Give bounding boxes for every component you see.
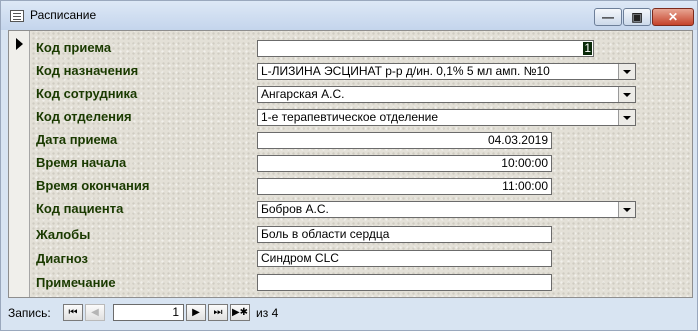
employee-code-value: Ангарская А.С. bbox=[261, 87, 345, 101]
first-record-icon: ⏮ bbox=[68, 307, 78, 318]
new-record-icon: ▶✱ bbox=[231, 307, 249, 318]
field-label-employee-code: Код сотрудника bbox=[36, 86, 138, 101]
field-label-reception-date: Дата приема bbox=[36, 132, 118, 147]
department-code-value: 1-е терапевтическое отделение bbox=[261, 110, 438, 124]
dropdown-arrow-icon[interactable] bbox=[618, 202, 635, 217]
start-time-input[interactable]: 10:00:00 bbox=[257, 155, 552, 172]
first-record-button[interactable]: ⏮ bbox=[63, 304, 83, 321]
reception-date-value: 04.03.2019 bbox=[487, 133, 548, 147]
reception-code-input[interactable]: 1 bbox=[257, 40, 594, 57]
next-record-icon: ▶ bbox=[192, 307, 200, 318]
prescription-code-combo[interactable]: L-ЛИЗИНА ЭСЦИНАТ р-р д/ин. 0,1% 5 мл амп… bbox=[257, 63, 636, 80]
title-bar[interactable]: Расписание — ▣ ✕ bbox=[1, 1, 697, 30]
patient-code-combo[interactable]: Бобров А.С. bbox=[257, 201, 636, 218]
record-label: Запись: bbox=[8, 306, 51, 320]
form-window: Расписание — ▣ ✕ Код приема 1 Код назнач… bbox=[0, 0, 698, 331]
note-input[interactable] bbox=[257, 274, 552, 291]
current-record-icon bbox=[16, 38, 23, 50]
new-record-button[interactable]: ▶✱ bbox=[230, 304, 250, 321]
previous-record-button[interactable]: ◀ bbox=[85, 304, 105, 321]
restore-icon: ▣ bbox=[631, 10, 643, 24]
reception-date-input[interactable]: 04.03.2019 bbox=[257, 132, 552, 149]
close-icon: ✕ bbox=[667, 10, 679, 24]
patient-code-value: Бобров А.С. bbox=[261, 202, 329, 216]
last-record-button[interactable]: ⏭ bbox=[208, 304, 228, 321]
close-button[interactable]: ✕ bbox=[652, 8, 694, 26]
last-record-icon: ⏭ bbox=[213, 307, 223, 318]
dropdown-arrow-icon[interactable] bbox=[618, 110, 635, 125]
record-selector[interactable] bbox=[9, 31, 30, 297]
window-title: Расписание bbox=[30, 8, 97, 22]
field-label-department-code: Код отделения bbox=[36, 109, 132, 124]
dropdown-arrow-icon[interactable] bbox=[618, 87, 635, 102]
total-records: 4 bbox=[271, 306, 279, 320]
field-label-start-time: Время начала bbox=[36, 155, 127, 170]
complaints-value: Боль в области сердца bbox=[261, 227, 390, 241]
reception-code-value: 1 bbox=[583, 41, 592, 55]
current-record-input[interactable]: 1 bbox=[113, 304, 184, 321]
field-label-reception-code: Код приема bbox=[36, 40, 112, 55]
end-time-input[interactable]: 11:00:00 bbox=[257, 178, 552, 195]
form-icon bbox=[10, 10, 24, 22]
diagnosis-value: Синдром CLC bbox=[261, 251, 339, 265]
department-code-combo[interactable]: 1-е терапевтическое отделение bbox=[257, 109, 636, 126]
end-time-value: 11:00:00 bbox=[502, 179, 548, 193]
previous-record-icon: ◀ bbox=[91, 307, 99, 318]
of-label: из bbox=[256, 306, 269, 320]
start-time-value: 10:00:00 bbox=[501, 156, 548, 170]
minimize-icon: — bbox=[602, 10, 614, 24]
field-label-note: Примечание bbox=[36, 275, 116, 290]
minimize-button[interactable]: — bbox=[594, 8, 622, 26]
prescription-code-value: L-ЛИЗИНА ЭСЦИНАТ р-р д/ин. 0,1% 5 мл амп… bbox=[261, 64, 550, 78]
complaints-input[interactable]: Боль в области сердца bbox=[257, 226, 552, 243]
field-label-end-time: Время окончания bbox=[36, 178, 150, 193]
next-record-button[interactable]: ▶ bbox=[186, 304, 206, 321]
field-label-complaints: Жалобы bbox=[36, 227, 91, 242]
form-body: Код приема 1 Код назначения L-ЛИЗИНА ЭСЦ… bbox=[8, 30, 693, 298]
restore-button[interactable]: ▣ bbox=[623, 8, 651, 26]
dropdown-arrow-icon[interactable] bbox=[618, 64, 635, 79]
record-total: из 4 bbox=[256, 306, 278, 320]
record-navigation: Запись: ⏮ ◀ 1 ▶ ⏭ ▶✱ из 4 bbox=[8, 301, 691, 325]
field-label-diagnosis: Диагноз bbox=[36, 251, 88, 266]
diagnosis-input[interactable]: Синдром CLC bbox=[257, 250, 552, 267]
field-label-patient-code: Код пациента bbox=[36, 201, 124, 216]
employee-code-combo[interactable]: Ангарская А.С. bbox=[257, 86, 636, 103]
field-label-prescription-code: Код назначения bbox=[36, 63, 139, 78]
